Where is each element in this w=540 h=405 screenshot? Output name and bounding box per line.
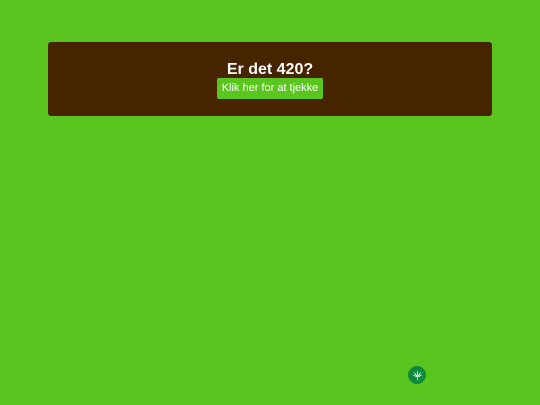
check-banner: Er det 420? Klik her for at tjekke [48,42,492,116]
cannabis-leaf-icon [412,369,422,380]
banner-title: Er det 420? [226,61,314,78]
page-background: Er det 420? Klik her for at tjekke [0,0,540,405]
leaf-badge[interactable] [408,366,426,384]
check-button[interactable]: Klik her for at tjekke [217,78,323,99]
